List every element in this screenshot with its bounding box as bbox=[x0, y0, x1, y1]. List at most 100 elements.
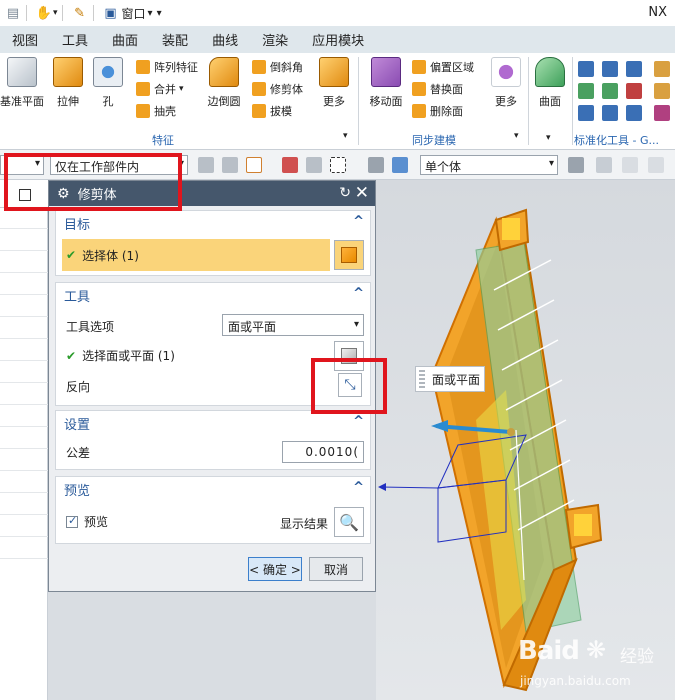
window-menu[interactable]: 窗口 bbox=[122, 5, 146, 22]
shell-label: 抽壳 bbox=[154, 105, 176, 118]
preview-section-header[interactable]: 预览 ^ bbox=[56, 477, 370, 501]
std-tool-icon[interactable] bbox=[578, 105, 594, 121]
select-body-button[interactable] bbox=[334, 240, 364, 270]
unite-button[interactable]: 合并 ▾ bbox=[136, 81, 184, 97]
menu-assembly[interactable]: 装配 bbox=[150, 30, 200, 49]
point-snap-icon[interactable] bbox=[282, 157, 298, 173]
collapse-icon[interactable]: ^ bbox=[353, 414, 364, 429]
touch-mode-icon[interactable]: ✋ bbox=[35, 4, 53, 22]
preview-checkbox[interactable] bbox=[66, 514, 78, 528]
edge-blend-button[interactable]: 边倒圆 bbox=[202, 57, 246, 109]
menu-render[interactable]: 渲染 bbox=[250, 30, 300, 49]
dropdown-arrow-icon[interactable]: ▾ bbox=[53, 8, 58, 18]
collapse-icon[interactable]: ^ bbox=[353, 480, 364, 495]
settings-section-header[interactable]: 设置 ^ bbox=[56, 411, 370, 435]
preview-checkbox-row[interactable]: 预览 bbox=[66, 513, 108, 530]
body-rule-select[interactable]: 单个体 ▾ bbox=[420, 155, 558, 175]
body-icon[interactable] bbox=[392, 157, 408, 173]
arrow-right-icon[interactable] bbox=[568, 157, 584, 173]
group-sync-arrow-icon[interactable]: ▾ bbox=[514, 131, 519, 141]
edge-blend-label: 边倒圆 bbox=[207, 95, 241, 108]
std-tool-icon[interactable] bbox=[626, 83, 642, 99]
group-feature-arrow-icon[interactable]: ▾ bbox=[343, 131, 348, 141]
datum-plane-button[interactable]: 基准平面 bbox=[0, 57, 44, 109]
delete-face-button[interactable]: 删除面 bbox=[412, 103, 463, 119]
std-tool-icon[interactable] bbox=[602, 83, 618, 99]
line-snap-icon[interactable] bbox=[648, 157, 664, 173]
more-sync-label: 更多 bbox=[495, 95, 517, 108]
command-finder-icon[interactable]: ✎ bbox=[71, 4, 89, 22]
snap-grid-icon[interactable] bbox=[596, 157, 612, 173]
move-face-button[interactable]: 移动面 bbox=[364, 57, 408, 109]
pattern-feature-button[interactable]: 阵列特征 bbox=[136, 59, 198, 75]
graphics-viewport[interactable] bbox=[376, 180, 675, 700]
show-result-button[interactable]: 🔍 bbox=[334, 507, 364, 537]
more-sync-button[interactable]: 更多 bbox=[484, 57, 528, 109]
collapse-icon[interactable]: ^ bbox=[353, 214, 364, 229]
curve-rule-icon[interactable] bbox=[306, 157, 322, 173]
face-or-plane-tooltip: 面或平面 bbox=[415, 366, 485, 392]
surface-button[interactable]: 曲面 bbox=[528, 57, 572, 109]
std-tool-icon[interactable] bbox=[626, 105, 642, 121]
draft-label: 拔模 bbox=[270, 105, 292, 118]
offset-region-button[interactable]: 偏置区域 bbox=[412, 59, 474, 75]
tool-section-header[interactable]: 工具 ^ bbox=[56, 283, 370, 307]
select-feature-icon[interactable] bbox=[246, 157, 262, 173]
line-snap-icon[interactable] bbox=[622, 157, 638, 173]
tool-option-select[interactable]: 面或平面 ▾ bbox=[222, 314, 364, 336]
edge-blend-icon bbox=[209, 57, 239, 87]
tolerance-value: 0.0010( bbox=[305, 445, 359, 459]
select-body-row[interactable]: ✔ 选择体 (1) bbox=[62, 239, 330, 271]
menu-view[interactable]: 视图 bbox=[0, 30, 50, 49]
preview-section: 预览 ^ 预览 显示结果 🔍 bbox=[55, 476, 371, 544]
std-tool-icon[interactable] bbox=[602, 105, 618, 121]
std-tool-icon[interactable] bbox=[654, 105, 670, 121]
surface-arrow-icon[interactable]: ▾ bbox=[546, 133, 551, 143]
more-features-button[interactable]: 更多 bbox=[312, 57, 356, 109]
target-section-header[interactable]: 目标 ^ bbox=[56, 211, 370, 235]
menu-application[interactable]: 应用模块 bbox=[300, 30, 376, 49]
std-tool-icon[interactable] bbox=[654, 83, 670, 99]
divider bbox=[0, 470, 48, 471]
surface-icon bbox=[535, 57, 565, 87]
select-face-row[interactable]: ✔ 选择面或平面 (1) bbox=[66, 347, 175, 364]
menu-tools[interactable]: 工具 bbox=[50, 30, 100, 49]
window-menu-arrow-icon[interactable]: ▾ bbox=[148, 8, 153, 19]
face-rule-icon[interactable] bbox=[368, 157, 384, 173]
close-icon[interactable]: ✕ bbox=[355, 183, 369, 203]
menu-bar: 视图 工具 曲面 装配 曲线 渲染 应用模块 bbox=[0, 26, 675, 53]
delete-face-label: 删除面 bbox=[430, 105, 463, 118]
extrude-button[interactable]: 拉伸 bbox=[46, 57, 90, 109]
draft-button[interactable]: 拔模 bbox=[252, 103, 292, 119]
datum-plane-label: 基准平面 bbox=[0, 95, 44, 108]
std-tool-icon[interactable] bbox=[654, 61, 670, 77]
tolerance-input[interactable]: 0.0010( bbox=[282, 441, 364, 463]
settings-section-title: 设置 bbox=[64, 417, 91, 433]
filter-icon[interactable] bbox=[222, 157, 238, 173]
collapse-icon[interactable]: ^ bbox=[353, 286, 364, 301]
unite-arrow-icon[interactable]: ▾ bbox=[179, 84, 184, 94]
rectangle-select-icon[interactable] bbox=[330, 157, 346, 173]
customize-arrow-icon[interactable]: ▾ bbox=[157, 8, 162, 19]
std-tool-icon[interactable] bbox=[578, 61, 594, 77]
paste-icon[interactable]: ▤ bbox=[4, 4, 22, 22]
std-tool-icon[interactable] bbox=[602, 61, 618, 77]
shell-button[interactable]: 抽壳 bbox=[136, 103, 176, 119]
check-icon: ✔ bbox=[66, 348, 77, 363]
menu-surface[interactable]: 曲面 bbox=[100, 30, 150, 49]
pattern-feature-label: 阵列特征 bbox=[154, 61, 198, 74]
hole-button[interactable]: 孔 bbox=[86, 57, 130, 109]
std-tool-icon[interactable] bbox=[626, 61, 642, 77]
trim-body-button[interactable]: 修剪体 bbox=[252, 81, 303, 97]
replace-face-button[interactable]: 替换面 bbox=[412, 81, 463, 97]
snap-icon[interactable] bbox=[198, 157, 214, 173]
menu-curve[interactable]: 曲线 bbox=[200, 30, 250, 49]
reset-icon[interactable]: ↻ bbox=[339, 185, 351, 201]
separator bbox=[61, 5, 63, 21]
baidu-watermark: Baid ❋ 经验 jingyan.baidu.com bbox=[512, 630, 672, 696]
part-navigator-strip[interactable] bbox=[0, 180, 48, 700]
ok-button[interactable]: < 确定 > bbox=[248, 557, 302, 581]
cancel-button[interactable]: 取消 bbox=[309, 557, 363, 581]
std-tool-icon[interactable] bbox=[578, 83, 594, 99]
chamfer-button[interactable]: 倒斜角 bbox=[252, 59, 303, 75]
